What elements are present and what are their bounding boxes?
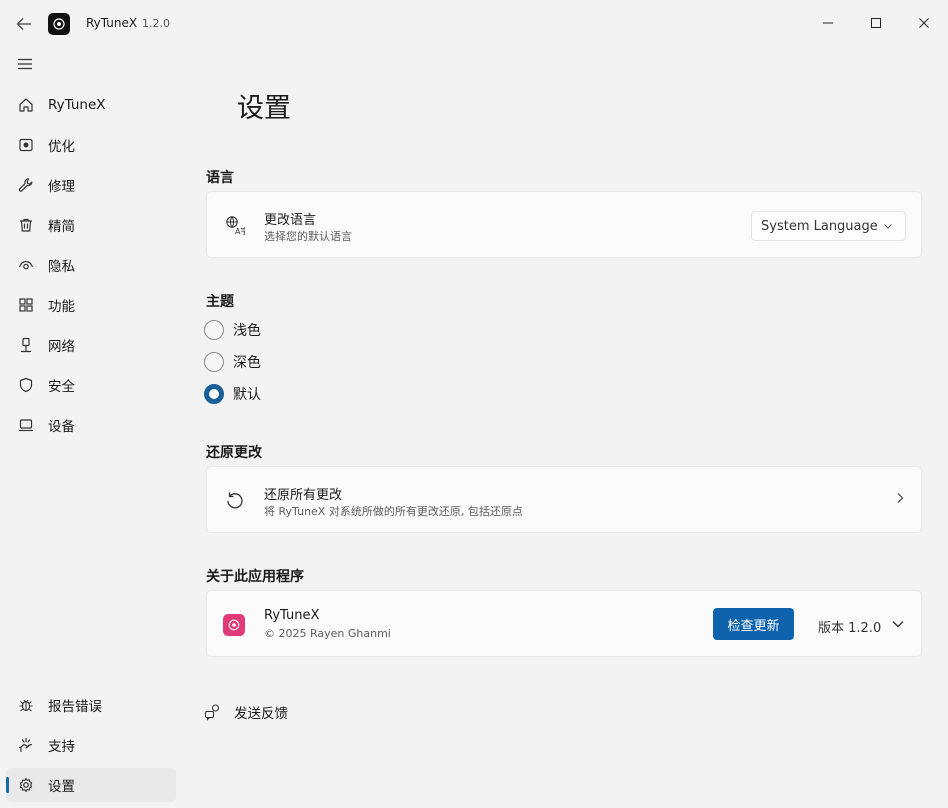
sidebar-item-settings[interactable]: 设置 [6,768,176,802]
sidebar-item-label: 设备 [48,419,75,435]
page-title: 设置 [237,93,291,124]
sidebar-item-label: 支持 [48,739,75,755]
about-app-name: RyTuneX [264,608,320,623]
revert-card-subtitle: 将 RyTuneX 对系统所做的所有更改还原, 包括还原点 [264,505,523,518]
send-feedback-link[interactable]: 发送反馈 [204,700,288,724]
chevron-down-icon[interactable] [891,618,905,630]
sidebar-item-label: 优化 [48,139,75,155]
theme-option-dark[interactable]: 深色 [204,350,261,374]
feedback-icon [204,704,220,721]
sidebar-item-network[interactable]: 网络 [6,328,176,362]
trash-icon [8,217,44,233]
sidebar-item-label: 设置 [48,779,75,795]
shield-icon [8,377,44,393]
sidebar-item-support[interactable]: 支持 [6,728,176,762]
sidebar-item-label: 功能 [48,299,75,315]
revert-card-title: 还原所有更改 [264,488,343,503]
radio-label: 默认 [233,387,261,403]
about-copyright: © 2025 Rayen Ghanmi [264,627,391,640]
undo-icon [223,488,247,512]
revert-card[interactable]: 还原所有更改 将 RyTuneX 对系统所做的所有更改还原, 包括还原点 [206,466,922,533]
close-button[interactable] [910,10,938,36]
close-icon [919,18,929,28]
radio-label: 深色 [233,355,261,371]
network-icon [8,337,44,353]
check-updates-button[interactable]: 检查更新 [713,608,794,640]
settings-icon [8,777,44,793]
sidebar-item-repair[interactable]: 修理 [6,168,176,202]
optimize-icon [8,137,44,153]
sidebar-item-label: RyTuneX [48,97,106,113]
theme-section-title: 主题 [206,294,234,310]
sidebar-item-label: 报告错误 [48,699,102,715]
eye-icon [8,257,44,273]
sidebar-item-label: 精简 [48,219,75,235]
sidebar-item-label: 安全 [48,379,75,395]
sidebar-item-features[interactable]: 功能 [6,288,176,322]
arrow-left-icon [16,18,31,30]
app-version: 1.2.0 [142,17,170,30]
language-card-subtitle: 选择您的默认语言 [264,230,352,243]
language-section-title: 语言 [206,170,234,186]
send-feedback-label: 发送反馈 [234,706,288,722]
sidebar-item-home[interactable]: RyTuneX [6,88,176,122]
sidebar-item-device[interactable]: 设备 [6,408,176,442]
menu-toggle-button[interactable] [12,52,38,76]
theme-option-default[interactable]: 默认 [204,382,261,406]
about-card: RyTuneX © 2025 Rayen Ghanmi 检查更新 版本 1.2.… [206,590,922,657]
about-section-title: 关于此应用程序 [206,569,304,585]
title-bar: RyTuneX 1.2.0 [0,0,948,48]
sidebar-item-security[interactable]: 安全 [6,368,176,402]
chevron-right-icon [897,493,904,503]
back-button[interactable] [10,12,38,36]
minimize-button[interactable] [814,10,842,36]
theme-option-light[interactable]: 浅色 [204,318,261,342]
chevron-down-icon [884,224,892,229]
radio-button-checked[interactable] [204,384,224,404]
language-card-title: 更改语言 [264,213,317,228]
apps-icon [8,297,44,313]
svg-text:A字: A字 [235,226,245,235]
app-title: RyTuneX [86,16,138,30]
sidebar-item-label: 修理 [48,179,75,195]
sidebar-item-label: 隐私 [48,259,75,275]
wrench-icon [8,177,44,193]
sidebar-item-report-bug[interactable]: 报告错误 [6,688,176,722]
support-icon [8,737,44,753]
sidebar-item-optimize[interactable]: 优化 [6,128,176,162]
sidebar-item-privacy[interactable]: 隐私 [6,248,176,282]
radio-button[interactable] [204,320,224,340]
maximize-button[interactable] [862,10,890,36]
radio-button[interactable] [204,352,224,372]
hamburger-icon [18,58,32,70]
minimize-icon [823,22,833,24]
bug-icon [8,697,44,713]
laptop-icon [8,417,44,433]
translate-icon: A字 [223,213,247,237]
radio-label: 浅色 [233,323,261,339]
language-dropdown-value: System Language [761,218,878,234]
language-dropdown[interactable]: System Language [751,211,906,241]
language-card: A字 更改语言 选择您的默认语言 System Language [206,191,922,258]
version-label: 版本 1.2.0 [818,621,882,636]
sidebar-item-label: 网络 [48,339,75,355]
app-logo-icon [223,614,245,636]
maximize-icon [871,18,881,28]
sidebar-item-debloat[interactable]: 精简 [6,208,176,242]
home-icon [8,97,44,113]
revert-section-title: 还原更改 [206,445,262,461]
app-logo-icon [48,13,70,35]
